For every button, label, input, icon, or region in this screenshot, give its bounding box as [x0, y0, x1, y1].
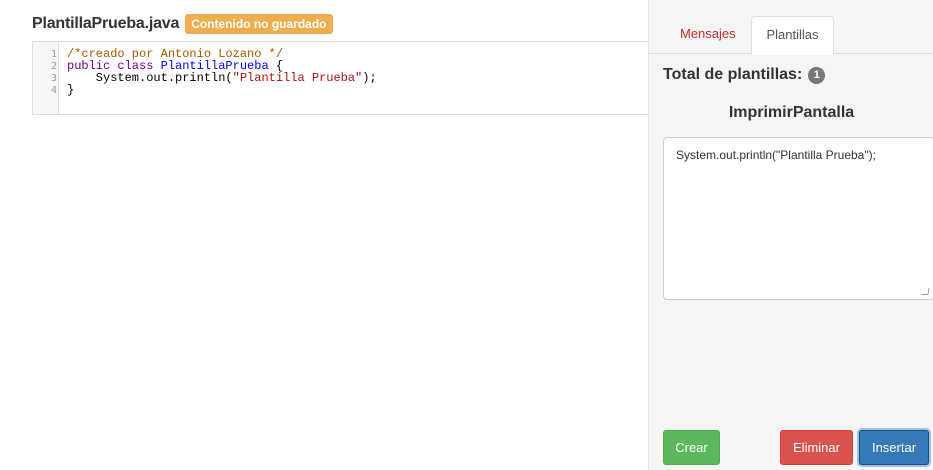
template-content-text: System.out.println("Plantilla Prueba"); — [676, 148, 876, 162]
code-text: } — [67, 83, 74, 97]
code-text: System.out.println("Plantilla Prueba"); — [67, 71, 377, 85]
code-line: 4} — [33, 83, 74, 97]
line-number: 3 — [50, 72, 57, 84]
code-token: } — [67, 83, 75, 97]
editor-pane: PlantillaPrueba.java Contenido no guarda… — [0, 0, 648, 470]
file-name: PlantillaPrueba.java — [32, 15, 180, 32]
file-header: PlantillaPrueba.java Contenido no guarda… — [32, 14, 333, 34]
crear-button[interactable]: Crear — [663, 430, 720, 465]
tab-mensajes[interactable]: Mensajes — [666, 16, 750, 54]
panel-tabs: Mensajes Plantillas — [649, 16, 933, 55]
template-count-badge: 1 — [808, 66, 826, 84]
line-number: 1 — [50, 48, 57, 60]
template-title: ImprimirPantalla — [728, 104, 855, 121]
line-number: 2 — [50, 60, 57, 72]
line-number: 4 — [50, 84, 57, 96]
eliminar-button[interactable]: Eliminar — [780, 430, 853, 465]
total-label: Total de plantillas: — [663, 66, 803, 83]
code-token: "Plantilla Prueba" — [232, 71, 363, 85]
unsaved-badge: Contenido no guardado — [185, 14, 333, 34]
tab-plantillas[interactable]: Plantillas — [751, 16, 834, 55]
template-content-textarea[interactable]: System.out.println("Plantilla Prueba"); — [663, 137, 933, 300]
code-line: 3 System.out.println("Plantilla Prueba")… — [33, 71, 377, 85]
code-token: ); — [362, 71, 377, 85]
code-editor[interactable]: 1/*creado por Antonio Lozano */2 public c… — [32, 41, 648, 115]
resize-grip-icon[interactable] — [921, 288, 930, 295]
insertar-button[interactable]: Insertar — [859, 430, 929, 465]
template-total: Total de plantillas: 1 — [663, 66, 826, 84]
code-token: System.out.println( — [67, 71, 233, 85]
side-panel: Mensajes Plantillas Total de plantillas:… — [648, 0, 933, 470]
